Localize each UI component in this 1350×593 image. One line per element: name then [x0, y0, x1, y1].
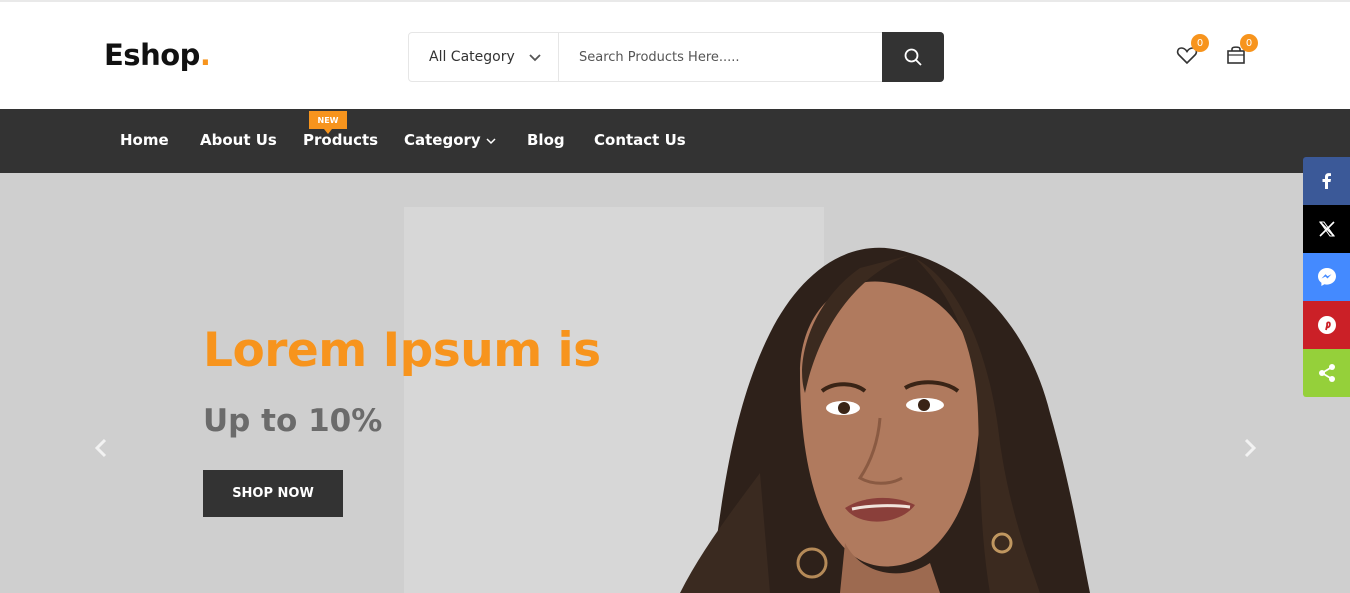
hero-slider: Lorem Ipsum is Up to 10% SHOP NOW — [0, 173, 1350, 593]
nav-item-contact-us[interactable]: Contact Us — [594, 131, 686, 149]
search-button[interactable] — [882, 32, 944, 82]
nav-item-category-label: Category — [404, 131, 481, 149]
nav-item-about-us[interactable]: About Us — [200, 131, 277, 149]
share-facebook-button[interactable] — [1303, 157, 1350, 205]
hero-subtitle: Up to 10% — [203, 403, 383, 439]
messenger-icon — [1317, 268, 1336, 286]
main-nav: NEW Home About Us Products Category Blog… — [0, 109, 1350, 173]
nav-item-category[interactable]: Category — [404, 131, 496, 149]
wishlist-button[interactable]: 0 — [1175, 34, 1209, 67]
search-bar: All Category — [408, 32, 944, 82]
chevron-down-icon — [529, 54, 541, 62]
site-header: Eshop. All Category 0 0 — [0, 2, 1350, 109]
slider-prev-arrow-icon[interactable] — [91, 437, 111, 459]
nav-item-blog[interactable]: Blog — [527, 131, 565, 149]
new-badge: NEW — [309, 111, 347, 134]
hero-model-image — [680, 247, 1090, 593]
shop-now-button[interactable]: SHOP NOW — [203, 470, 343, 517]
wishlist-count-badge: 0 — [1191, 34, 1209, 52]
pinterest-icon — [1317, 316, 1336, 334]
cart-count-badge: 0 — [1240, 34, 1258, 52]
hero-title: Lorem Ipsum is — [203, 323, 601, 378]
search-icon — [904, 48, 922, 66]
cart-button[interactable]: 0 — [1224, 34, 1258, 67]
nav-item-home[interactable]: Home — [120, 131, 169, 149]
share-more-button[interactable] — [1303, 349, 1350, 397]
logo-text: Eshop — [104, 38, 200, 72]
x-twitter-icon — [1318, 221, 1335, 237]
share-pinterest-button[interactable] — [1303, 301, 1350, 349]
facebook-icon — [1322, 173, 1331, 189]
slider-next-arrow-icon[interactable] — [1240, 437, 1260, 459]
category-select[interactable]: All Category — [409, 33, 559, 81]
site-logo[interactable]: Eshop. — [104, 38, 211, 72]
share-messenger-button[interactable] — [1303, 253, 1350, 301]
nav-item-products[interactable]: Products — [303, 131, 378, 149]
share-x-button[interactable] — [1303, 205, 1350, 253]
search-input[interactable] — [559, 33, 882, 81]
share-icon — [1318, 364, 1335, 382]
category-select-value: All Category — [429, 49, 515, 65]
logo-dot: . — [199, 38, 211, 72]
chevron-down-icon — [486, 137, 496, 144]
